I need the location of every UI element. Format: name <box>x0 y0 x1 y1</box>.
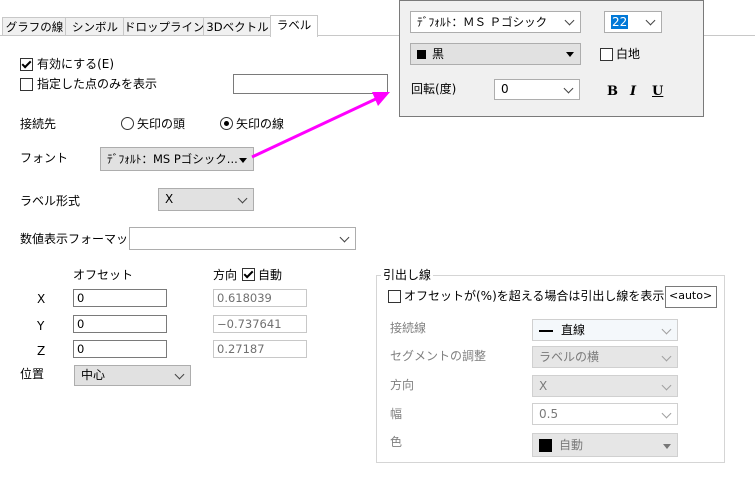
popup-rotation-dropdown[interactable]: 0 <box>494 79 580 100</box>
popup-white-bg-checkbox[interactable] <box>600 48 613 61</box>
font-popup: ﾃﾞﾌｫﾙﾄ：ＭＳ Ｐゴシック 22 黒 白地 回転(度) 0 B I U <box>399 0 704 117</box>
popup-rotation-value: 0 <box>501 82 509 96</box>
bold-button[interactable]: B <box>607 84 618 99</box>
tab-label[interactable]: ラベル <box>270 15 318 37</box>
dropdown-triangle-icon <box>566 52 574 57</box>
chevron-down-icon <box>645 15 656 26</box>
chevron-down-icon <box>563 83 574 94</box>
popup-white-bg-text: 白地 <box>616 47 641 61</box>
color-swatch <box>417 50 426 59</box>
popup-size-value: 22 <box>611 15 629 29</box>
popup-font-value: ﾃﾞﾌｫﾙﾄ：ＭＳ Ｐゴシック <box>417 15 548 29</box>
chevron-down-icon <box>564 15 575 26</box>
popup-font-dropdown[interactable]: ﾃﾞﾌｫﾙﾄ：ＭＳ Ｐゴシック <box>410 11 581 33</box>
popup-color-dropdown[interactable]: 黒 <box>410 43 581 65</box>
popup-size-dropdown[interactable]: 22 <box>604 11 662 33</box>
popup-color-value: 黒 <box>432 47 445 61</box>
italic-button[interactable]: I <box>630 84 636 99</box>
popup-rotation-label: 回転(度) <box>411 82 457 96</box>
underline-button[interactable]: U <box>652 84 663 99</box>
